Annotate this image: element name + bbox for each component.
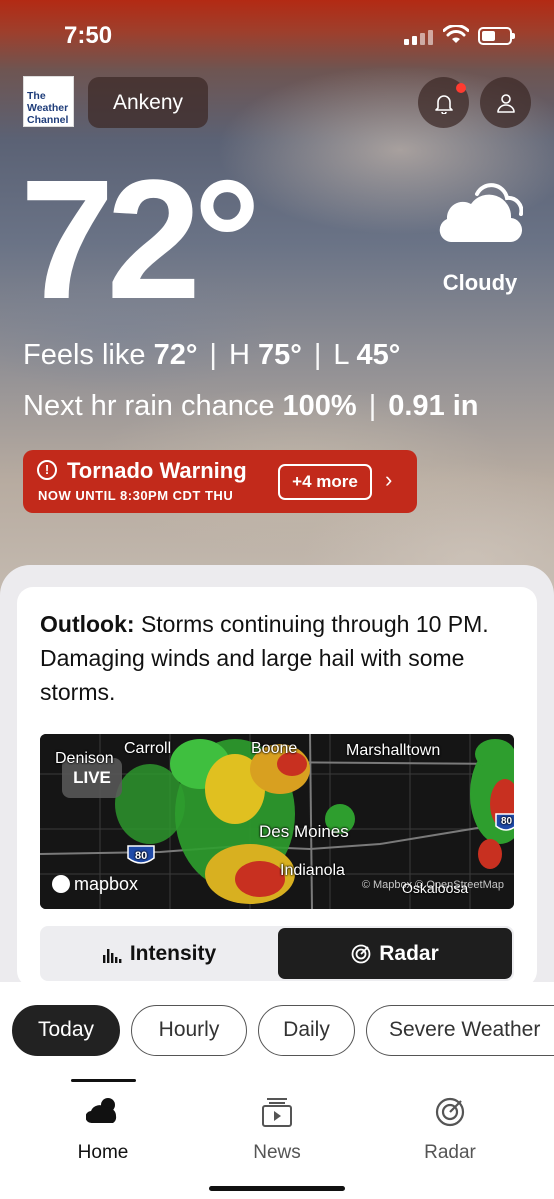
tornado-warning-alert[interactable]: ! Tornado Warning NOW UNTIL 8:30PM CDT T…: [23, 450, 417, 513]
map-label-indianola: Indianola: [280, 862, 345, 879]
map-label-des-moines: Des Moines: [259, 822, 349, 841]
intensity-bars-icon: [102, 948, 122, 963]
wifi-icon: [443, 25, 469, 43]
radar-icon: [351, 944, 371, 963]
interstate-80-shield-label-right: 80: [501, 816, 513, 827]
interstate-80-shield-label: 80: [135, 850, 148, 862]
cellular-signal-icon: [404, 29, 434, 45]
tab-severe-weather[interactable]: Severe Weather: [366, 1005, 554, 1056]
nav-home[interactable]: Home: [33, 1080, 173, 1180]
rain-chance-line: Next hr rain chance 100% | 0.91 in: [23, 390, 479, 422]
active-nav-indicator: [71, 1079, 136, 1082]
radar-nav-icon: [435, 1097, 465, 1127]
alert-title: Tornado Warning: [67, 458, 247, 483]
current-temperature: 72°: [20, 145, 261, 335]
status-bar: 7:50: [0, 0, 554, 70]
feels-like-line: Feels like 72° | H 75° | L 45°: [23, 339, 401, 371]
home-weather-icon: [86, 1098, 117, 1124]
radar-toggle-button[interactable]: Radar: [278, 928, 512, 979]
weather-channel-logo[interactable]: The Weather Channel: [23, 76, 74, 127]
map-label-boone: Boone: [251, 740, 298, 757]
bottom-navigation: Home News Radar: [0, 1080, 554, 1199]
bell-icon: [434, 94, 453, 114]
intensity-toggle-button[interactable]: Intensity: [42, 928, 276, 979]
map-attribution[interactable]: © Mapbox © OpenStreetMap: [362, 879, 504, 891]
news-play-icon: [262, 1098, 292, 1127]
forecast-tabs: Today Hourly Daily Severe Weather: [0, 982, 554, 1078]
chevron-right-icon: ›: [385, 467, 393, 492]
outlook-card: Outlook: Storms continuing through 10 PM…: [17, 587, 537, 987]
notification-dot: [456, 83, 466, 93]
condition-label: Cloudy: [442, 270, 518, 295]
outlook-text: Outlook: Storms continuing through 10 PM…: [40, 611, 489, 705]
map-label-marshalltown: Marshalltown: [346, 742, 441, 759]
tab-daily[interactable]: Daily: [258, 1005, 355, 1056]
mapbox-icon: [52, 875, 70, 893]
cloud-icon: [439, 183, 523, 243]
mapbox-logo: mapbox: [52, 874, 138, 895]
more-alerts-button[interactable]: +4 more: [278, 464, 372, 500]
status-time: 7:50: [64, 22, 113, 49]
map-layer-toggle: Intensity Radar: [40, 926, 514, 981]
nav-radar[interactable]: Radar: [380, 1080, 520, 1180]
battery-icon: [478, 27, 515, 45]
nav-news[interactable]: News: [207, 1080, 347, 1180]
alert-icon: !: [37, 460, 57, 480]
profile-button[interactable]: [480, 77, 531, 128]
tab-hourly[interactable]: Hourly: [131, 1005, 247, 1056]
home-indicator: [209, 1186, 345, 1191]
tab-today[interactable]: Today: [12, 1005, 120, 1056]
radar-map[interactable]: LIVE Denison Carroll Boone Marshalltown …: [40, 734, 514, 909]
notifications-button[interactable]: [418, 77, 469, 128]
map-label-carroll: Carroll: [124, 740, 172, 757]
map-label-denison: Denison: [55, 750, 114, 767]
person-icon: [496, 93, 515, 113]
location-button[interactable]: Ankeny: [88, 77, 208, 128]
alert-subtitle: NOW UNTIL 8:30PM CDT THU: [38, 488, 234, 503]
